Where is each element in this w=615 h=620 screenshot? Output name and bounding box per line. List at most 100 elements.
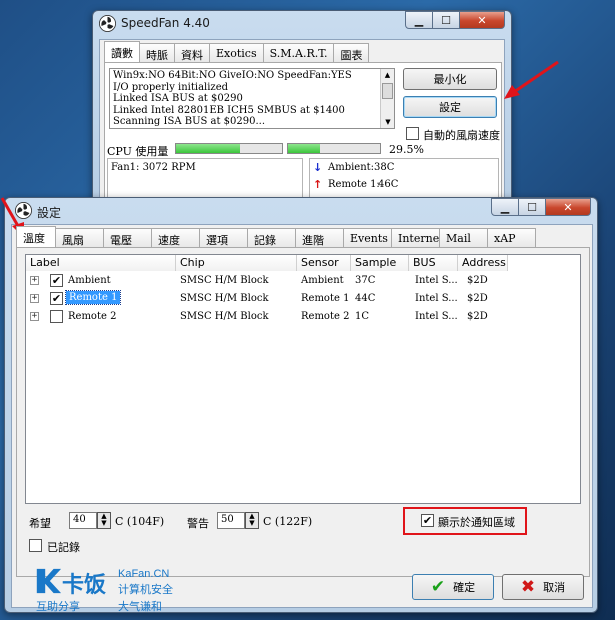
scroll-up-icon[interactable]: ▲ (381, 69, 394, 81)
tab-smart[interactable]: S.M.A.R.T. (262, 43, 335, 62)
settings-window: 設定 ▁ ☐ ✕ 溫度 風扇 電壓 速度 選項 記錄 進階 Events Int… (4, 197, 598, 613)
show-in-tray-label: 顯示於通知區域 (438, 516, 515, 529)
kafan-logo-icon (36, 568, 62, 594)
row-label: Remote 1 (64, 290, 122, 305)
cpu-usage-label: CPU 使用量 (107, 145, 169, 158)
temp-value-remote1: 46C (378, 179, 399, 190)
main-window-title: SpeedFan 4.40 (121, 16, 210, 30)
readings-panel: Win9x:NO 64Bit:NO GiveIO:NO SpeedFan:YES… (104, 62, 502, 202)
tab-temperatures[interactable]: 溫度 (16, 226, 56, 247)
ok-check-icon: ✔ (430, 577, 446, 597)
warning-label: 警告 (187, 517, 209, 530)
tab-readings[interactable]: 讀數 (104, 41, 140, 62)
cpu-usage-bar-1 (175, 143, 283, 154)
row-chip: SMSC H/M Block (180, 311, 269, 322)
row-bus: Intel S... (415, 275, 458, 286)
expand-icon[interactable]: + (30, 312, 39, 321)
settings-client-area: 溫度 風扇 電壓 速度 選項 記錄 進階 Events Internet Mai… (11, 224, 593, 613)
settings-minimize-control[interactable]: ▁ (491, 198, 519, 216)
kafan-watermark: 卡饭 KaFan.CN 计算机安全 互助分享 大气谦和 (34, 567, 234, 613)
sensor-list-header: Label Chip Sensor Sample BUS Address (26, 255, 580, 271)
cancel-x-icon: ✖ (520, 577, 536, 597)
cpu-usage-bar-2 (287, 143, 381, 154)
tab-speeds[interactable]: 速度 (151, 228, 200, 247)
main-titlebar[interactable]: SpeedFan 4.40 ▁ ☐ ✕ (93, 11, 511, 37)
log-checkbox[interactable] (29, 539, 42, 552)
warning-spinner[interactable]: ▲ ▼ (245, 512, 259, 529)
main-maximize-control[interactable]: ☐ (432, 11, 460, 29)
kafan-slogan-left: 互助分享 (36, 600, 80, 613)
tab-events[interactable]: Events (343, 228, 392, 247)
cpu-usage-percent: 29.5% (389, 143, 424, 156)
temp-up-arrow-icon: ↑ (313, 178, 323, 191)
tab-internet[interactable]: Internet (391, 228, 444, 247)
tab-voltages[interactable]: 電壓 (103, 228, 152, 247)
main-client-area: 讀數 時脈 資料 Exotics S.M.A.R.T. 圖表 Win9x:NO … (99, 39, 505, 205)
row-chip: SMSC H/M Block (180, 293, 269, 304)
column-header-sample[interactable]: Sample (351, 255, 409, 271)
row-sensor: Remote 2 (301, 311, 350, 322)
minimize-button[interactable]: 最小化 (403, 68, 497, 90)
cancel-button[interactable]: ✖ 取消 (502, 574, 584, 600)
temp-readings-box: ↓ Ambient: 38C ↑ Remote 1: 46C (309, 158, 499, 200)
main-close-control[interactable]: ✕ (459, 11, 505, 29)
settings-button[interactable]: 設定 (403, 96, 497, 118)
log-scrollbar[interactable]: ▲ ▼ (380, 69, 394, 128)
ok-button[interactable]: ✔ 確定 (412, 574, 494, 600)
tab-options[interactable]: 選項 (199, 228, 248, 247)
sensor-row[interactable]: + Remote 2 SMSC H/M Block Remote 2 1C In… (26, 308, 580, 326)
column-header-address[interactable]: Address (458, 255, 508, 271)
temp-label-ambient: Ambient: (328, 162, 375, 173)
cancel-button-label: 取消 (543, 581, 566, 594)
column-header-bus[interactable]: BUS (409, 255, 458, 271)
row-checkbox[interactable] (50, 310, 63, 323)
sensor-list[interactable]: Label Chip Sensor Sample BUS Address + ✔… (25, 254, 581, 504)
warning-unit: C (122F) (263, 515, 313, 528)
row-checkbox[interactable]: ✔ (50, 292, 63, 305)
auto-fan-speed-checkbox[interactable] (406, 127, 419, 140)
speedfan-fan-icon (99, 15, 116, 32)
tab-mail[interactable]: Mail (439, 228, 488, 247)
annotation-arrow-settings (504, 60, 559, 99)
expand-icon[interactable]: + (30, 276, 39, 285)
kafan-subtitle: 计算机安全 (118, 583, 173, 596)
tab-info[interactable]: 資料 (174, 43, 210, 62)
settings-tabs: 溫度 風扇 電壓 速度 選項 記錄 進階 Events Internet Mai… (16, 226, 536, 247)
row-address: $2D (467, 311, 488, 322)
tab-exotics[interactable]: Exotics (209, 43, 264, 62)
log-line: I/O properly initialized (113, 81, 229, 93)
scroll-thumb[interactable] (382, 83, 393, 99)
tab-log[interactable]: 記錄 (247, 228, 296, 247)
row-checkbox[interactable]: ✔ (50, 274, 63, 287)
sensor-row[interactable]: + ✔ Ambient SMSC H/M Block Ambient 37C I… (26, 272, 580, 290)
desired-input[interactable]: 40 (69, 512, 97, 529)
tab-xap[interactable]: xAP (487, 228, 536, 247)
column-header-sensor[interactable]: Sensor (297, 255, 351, 271)
kafan-brand-cn: 卡饭 (62, 573, 107, 598)
tab-clock[interactable]: 時脈 (139, 43, 175, 62)
row-address: $2D (467, 293, 488, 304)
settings-window-title: 設定 (37, 206, 62, 220)
log-line: Win9x:NO 64Bit:NO GiveIO:NO SpeedFan:YES (113, 70, 352, 81)
settings-titlebar[interactable]: 設定 ▁ ☐ ✕ (5, 198, 597, 224)
tab-advanced[interactable]: 進階 (295, 228, 344, 247)
kafan-brand-en: KaFan.CN (118, 568, 170, 580)
sensor-row[interactable]: + ✔ Remote 1 SMSC H/M Block Remote 1 44C… (26, 290, 580, 308)
show-in-tray-checkbox[interactable]: ✔ (421, 514, 434, 527)
warning-input[interactable]: 50 (217, 512, 245, 529)
row-bus: Intel S... (415, 293, 458, 304)
auto-fan-speed-label: 自動的風扇速度 (423, 129, 500, 142)
scroll-down-icon[interactable]: ▼ (381, 116, 394, 128)
main-minimize-control[interactable]: ▁ (405, 11, 433, 29)
tab-fans[interactable]: 風扇 (55, 228, 104, 247)
column-header-label[interactable]: Label (26, 255, 176, 271)
desired-spinner[interactable]: ▲ ▼ (97, 512, 111, 529)
temp-down-arrow-icon: ↓ (313, 161, 323, 174)
row-sample: 44C (355, 293, 376, 304)
settings-close-control[interactable]: ✕ (545, 198, 591, 216)
log-box[interactable]: Win9x:NO 64Bit:NO GiveIO:NO SpeedFan:YES… (109, 68, 395, 129)
expand-icon[interactable]: + (30, 294, 39, 303)
settings-maximize-control[interactable]: ☐ (518, 198, 546, 216)
tab-charts[interactable]: 圖表 (333, 43, 370, 62)
column-header-chip[interactable]: Chip (176, 255, 297, 271)
